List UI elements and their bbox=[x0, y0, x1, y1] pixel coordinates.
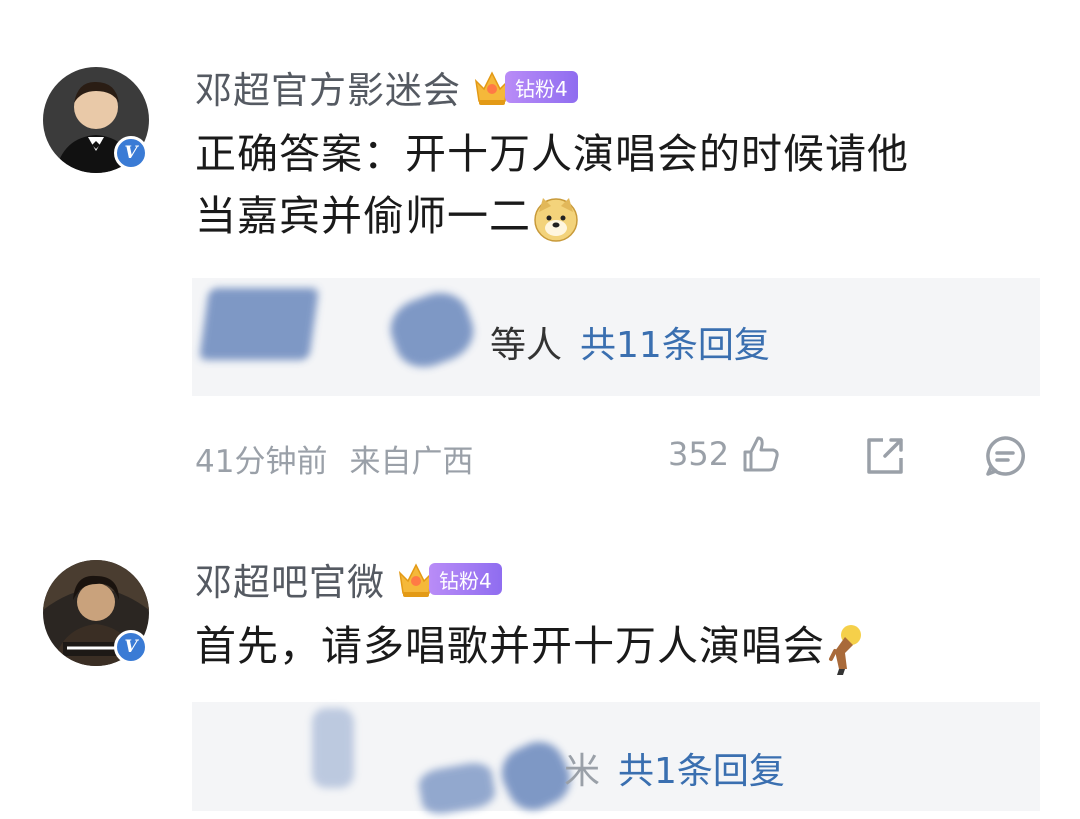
fan-level-badge[interactable]: 钻粉4 bbox=[473, 67, 578, 107]
blurred-username bbox=[312, 708, 354, 788]
like-button[interactable]: 352 bbox=[668, 432, 783, 476]
reply-names: 米 bbox=[564, 751, 601, 792]
comment-text: 首先，请多唱歌并开十万人演唱会 bbox=[195, 615, 1035, 677]
reply-preview[interactable]: 等人 共11条回复 bbox=[192, 278, 1040, 396]
username[interactable]: 邓超官方影迷会 bbox=[195, 60, 461, 114]
blurred-username bbox=[382, 284, 482, 376]
blurred-username bbox=[416, 759, 498, 818]
doge-emoji-icon bbox=[534, 198, 578, 242]
blurred-username bbox=[198, 288, 320, 360]
like-count: 352 bbox=[668, 435, 730, 473]
share-icon[interactable] bbox=[863, 434, 907, 478]
verified-icon: V bbox=[114, 630, 148, 664]
badge-label: 钻粉4 bbox=[505, 71, 578, 103]
comment-line: 正确答案：开十万人演唱会的时候请他 bbox=[195, 130, 909, 178]
comment-time: 41分钟前 bbox=[195, 444, 328, 480]
comment-location: 来自广西 bbox=[349, 444, 474, 480]
username[interactable]: 邓超吧官微 bbox=[195, 552, 385, 606]
like-icon bbox=[743, 436, 779, 472]
verified-icon: V bbox=[114, 136, 148, 170]
reply-preview[interactable]: 米 共1条回复 bbox=[192, 702, 1040, 819]
comment-line-text: 首先，请多唱歌并开十万人演唱会 bbox=[195, 622, 825, 670]
bow-emoji-icon bbox=[829, 625, 861, 675]
fan-level-badge[interactable]: 钻粉4 bbox=[397, 559, 502, 599]
comment-icon[interactable] bbox=[983, 434, 1027, 478]
comment-text: 正确答案：开十万人演唱会的时候请他 当嘉宾并偷师一二 bbox=[195, 123, 1035, 247]
badge-label: 钻粉4 bbox=[429, 563, 502, 595]
comment-line: 首先，请多唱歌并开十万人演唱会 bbox=[195, 615, 1035, 677]
reply-count-link[interactable]: 共1条回复 bbox=[618, 742, 785, 794]
reply-count-link[interactable]: 共11条回复 bbox=[580, 316, 770, 368]
reply-names: 等人 bbox=[490, 325, 563, 366]
comment-line-text: 当嘉宾并偷师一二 bbox=[195, 192, 531, 240]
comment-line: 当嘉宾并偷师一二 bbox=[195, 185, 1035, 247]
